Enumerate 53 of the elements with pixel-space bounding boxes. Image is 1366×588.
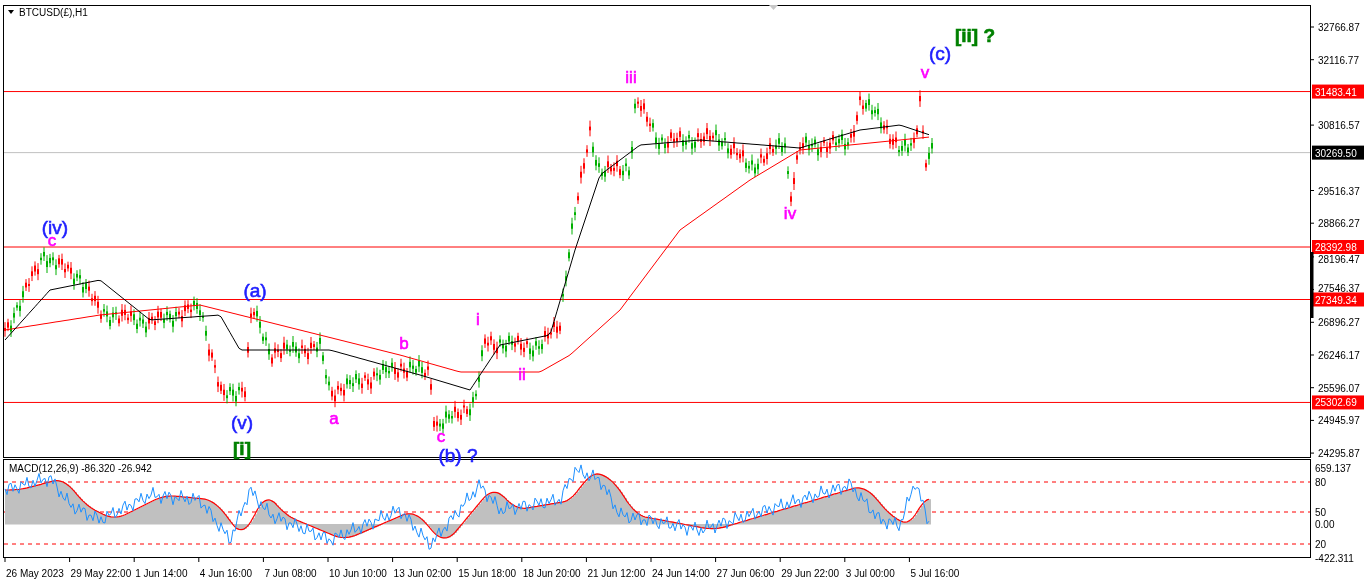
price-axis-label: 30816.57 xyxy=(1318,120,1360,132)
price-axis-label: 29516.37 xyxy=(1318,185,1360,197)
wave-label: (v) xyxy=(230,412,254,433)
time-axis-label: 24 Jun 14:00 xyxy=(652,568,710,579)
price-axis-label: 24295.87 xyxy=(1318,448,1360,460)
time-axis-label: 10 Jun 10:00 xyxy=(329,568,387,579)
wave-label: c xyxy=(436,427,446,446)
price-level-label: 28392.98 xyxy=(1315,242,1357,253)
price-axis-label: 24945.97 xyxy=(1318,415,1360,427)
time-axis-label: 21 Jun 12:00 xyxy=(587,568,646,579)
wave-label: ii xyxy=(518,365,526,384)
wave-label: v xyxy=(920,63,930,82)
price-axis-label: 27546.37 xyxy=(1318,282,1360,294)
chart-title: BTCUSD(£),H1 xyxy=(19,7,88,18)
macd-axis-label: -422.311 xyxy=(1315,553,1354,564)
wave-label: i xyxy=(476,310,480,329)
time-axis-label: 27 Jun 06:00 xyxy=(716,568,775,579)
macd-title: MACD(12,26,9) -86.320 -26.942 xyxy=(9,463,152,474)
macd-axis-label: 0.00 xyxy=(1315,519,1335,530)
time-axis-label: 5 Jul 16:00 xyxy=(910,568,960,579)
time-axis-label: 13 Jun 02:00 xyxy=(393,568,452,579)
price-level-label: 25302.69 xyxy=(1315,397,1357,409)
wave-label: (a) xyxy=(243,280,267,301)
time-axis-label: 4 Jun 16:00 xyxy=(199,568,253,579)
macd-axis-label: 659.137 xyxy=(1315,463,1352,474)
time-axis-label: 3 Jul 00:00 xyxy=(845,568,895,579)
time-axis-label: 29 Jun 22:00 xyxy=(781,568,840,579)
macd-axis-label: 50 xyxy=(1315,507,1327,518)
time-axis-label: 29 May 22:00 xyxy=(70,568,132,579)
time-axis-label: 26 May 2023 xyxy=(6,568,64,579)
wave-label: [ii] ? xyxy=(954,25,996,46)
wave-label: [i] xyxy=(233,438,251,459)
wave-label: (c) xyxy=(928,43,952,64)
macd-axis-label: 20 xyxy=(1315,539,1327,550)
price-level-label: 27349.34 xyxy=(1315,294,1357,306)
wave-label: iv xyxy=(783,204,797,223)
wave-label: iii xyxy=(625,68,637,87)
price-level-label: 31483.41 xyxy=(1315,86,1357,98)
price-axis-label: 25596.07 xyxy=(1318,382,1360,394)
price-axis-label: 26246.17 xyxy=(1318,350,1360,361)
time-axis-label: 7 Jun 08:00 xyxy=(264,568,317,579)
price-axis-label: 28196.47 xyxy=(1318,254,1360,265)
price-axis-label: 32116.77 xyxy=(1318,54,1359,66)
price-axis-label: 32766.87 xyxy=(1318,22,1360,33)
price-axis-label: 26896.27 xyxy=(1318,317,1360,329)
time-axis-label: 1 Jun 14:00 xyxy=(135,568,188,579)
wave-label: b xyxy=(399,334,409,353)
time-axis-label: 18 Jun 20:00 xyxy=(522,568,581,579)
current-price-label: 30269.50 xyxy=(1315,147,1357,159)
price-axis-label: 28866.27 xyxy=(1318,218,1360,230)
wave-label: a xyxy=(329,409,339,428)
time-axis-label: 15 Jun 18:00 xyxy=(458,568,517,579)
macd-axis-label: 80 xyxy=(1315,477,1327,488)
